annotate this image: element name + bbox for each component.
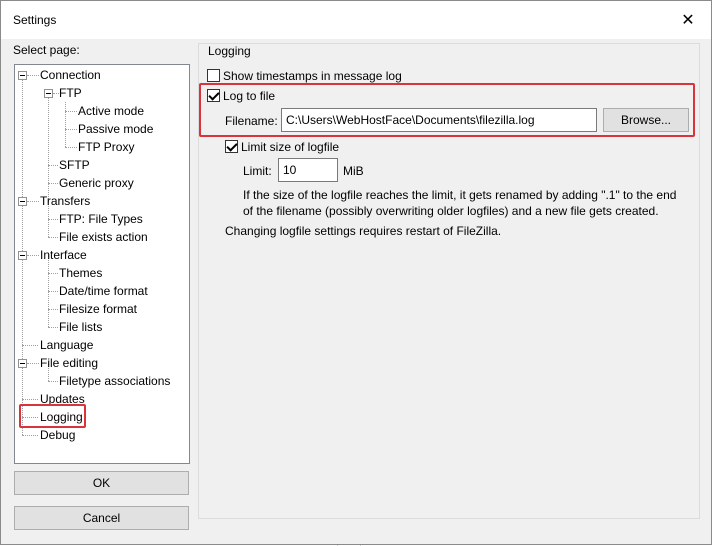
tree-item-file-lists[interactable]: File lists: [59, 318, 102, 336]
select-page-label: Select page:: [13, 43, 80, 57]
tree-guide: [48, 309, 58, 310]
tree-guide: [48, 273, 58, 274]
tree-guide: [48, 327, 58, 328]
tree-guide: [22, 435, 38, 436]
tree-item-connection[interactable]: Connection: [40, 66, 101, 84]
window-title: Settings: [13, 13, 57, 27]
restart-note: Changing logfile settings requires resta…: [225, 224, 502, 238]
tree-guide: [65, 147, 77, 148]
cancel-button[interactable]: Cancel: [14, 506, 189, 530]
log-to-file-checkbox[interactable]: [207, 89, 220, 102]
browse-button[interactable]: Browse...: [603, 108, 689, 132]
page-tree[interactable]: Connection FTP Active mode Passive mode …: [14, 64, 190, 464]
collapse-icon[interactable]: [18, 359, 27, 368]
tree-guide: [27, 363, 39, 364]
tree-guide: [22, 345, 38, 346]
collapse-icon[interactable]: [44, 89, 53, 98]
tree-guide: [27, 255, 39, 256]
tree-item-passive-mode[interactable]: Passive mode: [78, 120, 153, 138]
tree-guide: [48, 165, 58, 166]
limit-input[interactable]: [278, 158, 338, 182]
tree-guide: [27, 201, 39, 202]
filename-label: Filename:: [225, 114, 278, 128]
tree-item-filesize-format[interactable]: Filesize format: [59, 300, 137, 318]
tree-item-date-time-format[interactable]: Date/time format: [59, 282, 148, 300]
tree-item-ftp[interactable]: FTP: [59, 84, 82, 102]
tree-guide: [22, 417, 38, 418]
tree-guide: [48, 381, 58, 382]
tree-item-generic-proxy[interactable]: Generic proxy: [59, 174, 134, 192]
tree-item-transfers[interactable]: Transfers: [40, 192, 90, 210]
limit-size-checkbox[interactable]: [225, 140, 238, 153]
close-icon: ✕: [681, 12, 695, 29]
tree-item-updates[interactable]: Updates: [40, 390, 85, 408]
tree-item-themes[interactable]: Themes: [59, 264, 102, 282]
tree-guide: [65, 129, 77, 130]
limit-label: Limit:: [243, 164, 272, 178]
limit-size-label[interactable]: Limit size of logfile: [241, 140, 339, 154]
collapse-icon[interactable]: [18, 197, 27, 206]
show-timestamps-label[interactable]: Show timestamps in message log: [223, 69, 402, 83]
tree-guide: [48, 237, 58, 238]
tree-item-active-mode[interactable]: Active mode: [78, 102, 144, 120]
tree-guide: [48, 291, 58, 292]
tree-guide: [22, 399, 38, 400]
tree-guide: [48, 183, 58, 184]
tree-item-ftp-file-types[interactable]: FTP: File Types: [59, 210, 143, 228]
tree-item-file-exists-action[interactable]: File exists action: [59, 228, 148, 246]
filename-input[interactable]: [281, 108, 597, 132]
close-button[interactable]: ✕: [665, 1, 711, 39]
show-timestamps-checkbox[interactable]: [207, 69, 220, 82]
tree-guide: [27, 75, 39, 76]
tree-guide: [65, 102, 66, 147]
tree-item-sftp[interactable]: SFTP: [59, 156, 90, 174]
tree-item-debug[interactable]: Debug: [40, 426, 75, 444]
logging-group-title: Logging: [206, 44, 253, 58]
info-text-line1: If the size of the logfile reaches the l…: [243, 188, 677, 202]
tree-item-filetype-associations[interactable]: Filetype associations: [59, 372, 170, 390]
settings-dialog: Settings ✕ Select page: Connection FTP A…: [0, 0, 712, 545]
log-to-file-label[interactable]: Log to file: [223, 89, 275, 103]
tree-item-logging[interactable]: Logging: [40, 408, 83, 426]
tree-item-interface[interactable]: Interface: [40, 246, 87, 264]
limit-unit-label: MiB: [343, 164, 364, 178]
tree-item-file-editing[interactable]: File editing: [40, 354, 98, 372]
tree-guide: [65, 111, 77, 112]
collapse-icon[interactable]: [18, 251, 27, 260]
tree-item-ftp-proxy[interactable]: FTP Proxy: [78, 138, 134, 156]
tree-item-language[interactable]: Language: [40, 336, 93, 354]
tree-guide: [48, 219, 58, 220]
ok-button[interactable]: OK: [14, 471, 189, 495]
info-text-line2: of the filename (possibly overwriting ol…: [243, 204, 659, 218]
title-bar[interactable]: Settings ✕: [1, 1, 711, 39]
collapse-icon[interactable]: [18, 71, 27, 80]
